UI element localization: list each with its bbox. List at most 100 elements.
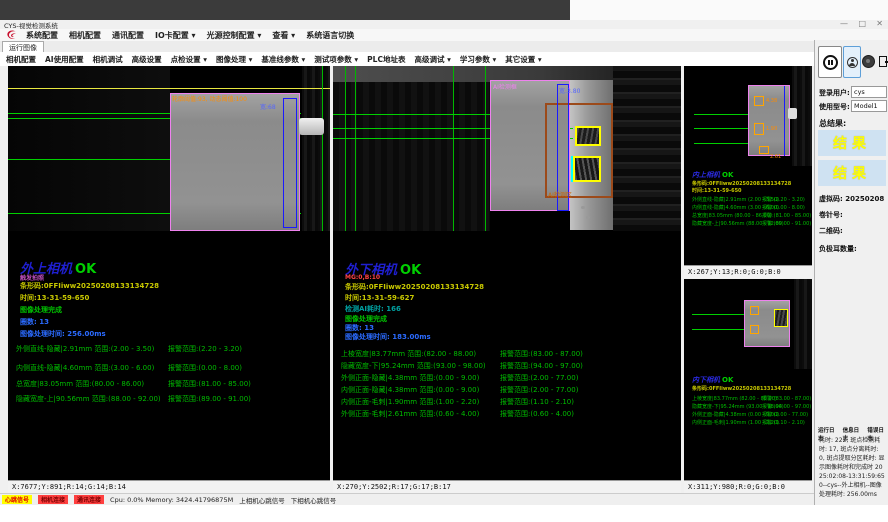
tool-learn-params[interactable]: 学习参数 ▾ (460, 54, 496, 65)
ai-box-label: AI检测框 (493, 82, 517, 91)
left-image-canvas[interactable]: 轮廓阈值:93, 动态阈值:100 宽:68 (8, 66, 330, 231)
pause-icon (823, 55, 838, 70)
menu-item-camera-config[interactable]: 相机配置 (69, 30, 101, 41)
desktop-strip (0, 0, 570, 20)
tool-spotcheck[interactable]: 点检设置 ▾ (171, 54, 207, 65)
alarm-range: 报警范围:(2.00 - 77.00) (500, 373, 578, 383)
close-icon[interactable]: ✕ (876, 19, 883, 28)
ai-region-box (545, 103, 613, 198)
tool-other-settings[interactable]: 其它设置 ▾ (505, 54, 541, 65)
desktop-strip-right (570, 0, 888, 20)
login-user-value[interactable]: cys (851, 86, 887, 98)
comm-connection-badge: 通讯连接 (74, 495, 104, 504)
result-ok-badge: OK (400, 263, 421, 278)
small-bottom-image-canvas[interactable] (684, 279, 812, 369)
menu-item-system-config[interactable]: 系统配置 (26, 30, 58, 41)
camera-view-lower-inner: 内下相机OK 条形码:0FFIiww20250208133134728 上棱宽度… (684, 279, 812, 493)
result-ok-badge: OK (722, 376, 733, 384)
menu-item-comm-config[interactable]: 通讯配置 (112, 30, 144, 41)
tool-advanced-debug[interactable]: 高级调试 ▾ (414, 54, 450, 65)
camera-view-upper-outer: 轮廓阈值:93, 动态阈值:100 宽:68 外上相机OK 触发拍照 条形码:0… (8, 66, 330, 493)
defect-label-1: 4.38 (766, 98, 777, 104)
defect-box-2 (754, 123, 764, 135)
baseline-green-1 (694, 114, 748, 115)
qrcode-label: 二维码: (819, 226, 843, 236)
baseline-green-vert-1 (345, 66, 346, 231)
measurement-row: 隐藏宽度-下|95.24mm 范围:(93.00 - 98.00) (341, 361, 486, 371)
threshold-overlay-label: 轮廓阈值:93, 动态阈值:100 (172, 94, 247, 103)
virtual-code-label: 虚拟码: 20250208 (819, 194, 884, 204)
debris-dot (586, 216, 590, 219)
left-image-background (8, 66, 170, 231)
tool-test-params[interactable]: 测试项参数 ▾ (314, 54, 358, 65)
exit-icon (879, 56, 887, 67)
menu-item-io-config[interactable]: IO卡配置 ▾ (155, 30, 196, 41)
middle-image-machinery (613, 66, 681, 231)
user-icon (847, 57, 858, 68)
pixel-coord-readout: X:7677;Y:891;R:14;G:14;B:14 (8, 480, 330, 493)
maximize-icon[interactable]: □ (858, 19, 866, 28)
measurement-row: 外侧正面-隐藏|4.38mm 范围:(0.00 - 9.00) (341, 373, 479, 383)
exit-button[interactable] (876, 48, 888, 74)
defect-label-2: 1.90 (766, 126, 777, 132)
camera-name: 内下相机 (692, 376, 720, 384)
time-text: 时间:13-31-59-650 (692, 187, 742, 194)
model-label: 使用型号: (819, 102, 850, 112)
record-icon (862, 55, 875, 68)
barcode-text: 条形码:0FFIiww20250208133134728 (692, 385, 791, 392)
alarm-range: 报警:(1.10 - 2.10) (762, 419, 805, 426)
baseline-green-h1 (333, 114, 490, 115)
tab-count-label: 负极耳数量: (819, 244, 857, 254)
alarm-range: 报警范围:(0.60 - 4.00) (500, 409, 574, 419)
menu-item-view[interactable]: 查看 ▾ (272, 30, 295, 41)
menu-item-light-config[interactable]: 光源控制配置 ▾ (207, 30, 262, 41)
pause-button[interactable] (818, 46, 842, 78)
control-panel: 登录用户: cys 使用型号: Model1 总结果: 结果 结果 虚拟码: 2… (814, 40, 888, 505)
model-value[interactable]: Model1 (851, 100, 887, 112)
alarm-range: 报警范围:(1.10 - 2.10) (500, 397, 574, 407)
log-text[interactable]: 耗时: 222, 斑点检测耗时: 17, 斑点分离耗时: 0, 斑点提取分区耗时… (819, 436, 885, 499)
heartbeat-status-badge: 心跳信号 (2, 495, 32, 504)
tool-advanced-settings[interactable]: 高级设置 (132, 54, 162, 65)
ai-region-label: AI检测区 (548, 190, 572, 199)
tool-baseline-params[interactable]: 基准线参数 ▾ (261, 54, 305, 65)
tool-ai-usage[interactable]: AI使用配置 (45, 54, 84, 65)
tool-image-processing[interactable]: 图像处理 ▾ (216, 54, 252, 65)
result-display-2: 结果 (818, 160, 886, 186)
alarm-range: 报警:(94.00 - 97.00) (762, 403, 811, 410)
tool-camera-config[interactable]: 相机配置 (6, 54, 36, 65)
defect-box-1 (754, 96, 764, 106)
result-ok-badge: OK (75, 262, 96, 277)
tool-camera-debug[interactable]: 相机调试 (93, 54, 123, 65)
measurement-row: 内侧正面-毛刺|1.90mm 范围:(1.00 - 2.20) (341, 397, 479, 407)
debris-dot (581, 206, 585, 209)
tool-plc-table[interactable]: PLC地址表 (367, 54, 405, 65)
record-button[interactable] (862, 48, 875, 74)
total-result-label: 总结果: (819, 118, 846, 129)
middle-image-background (333, 82, 490, 231)
process-time-text: 图像处理时间: 183.00ms (345, 332, 431, 342)
tab-detect-box (774, 309, 788, 327)
small-top-image-canvas[interactable]: 4.38 1.90 2.61 (684, 66, 812, 166)
toolbar: 相机配置 AI使用配置 相机调试 高级设置 点检设置 ▾ 图像处理 ▾ 基准线参… (0, 52, 814, 67)
cpu-memory-readout: Cpu: 0.0% Memory: 3424.41796875M (110, 496, 233, 504)
alarm-range: 报警范围:(0.00 - 8.00) (168, 363, 242, 373)
baseline-green-vert-2 (355, 66, 356, 231)
user-button[interactable] (843, 46, 861, 78)
upper-camera-heartbeat: 上相机心跳信号 (239, 495, 285, 505)
alarm-range: 报警:(2.20 - 3.20) (762, 196, 805, 203)
time-text: 时间:13-31-59-627 (345, 293, 414, 303)
measurement-row: 隐藏宽度-上|90.56mm 范围:(88.00 - 92.00) (16, 394, 161, 404)
measurement-row: 上棱宽度|83.77mm 范围:(82.00 - 88.00) (341, 349, 476, 359)
menu-item-language[interactable]: 系统语言切换 (306, 30, 354, 41)
tab-detect-box-1 (575, 126, 601, 146)
lower-camera-heartbeat: 下相机心跳信号 (291, 495, 337, 505)
middle-image-canvas[interactable]: AI检测框 宽:3.80 AI检测区 (333, 66, 681, 231)
width-measure-label: 宽:68 (260, 102, 276, 111)
reference-line-yellow (8, 88, 330, 89)
alarm-range: 报警:(81.00 - 85.00) (762, 212, 811, 219)
width-measure-line (784, 86, 785, 156)
result-ok-badge: OK (722, 171, 733, 179)
minimize-icon[interactable]: — (840, 19, 848, 28)
camera-name: 内上相机 (692, 171, 720, 179)
